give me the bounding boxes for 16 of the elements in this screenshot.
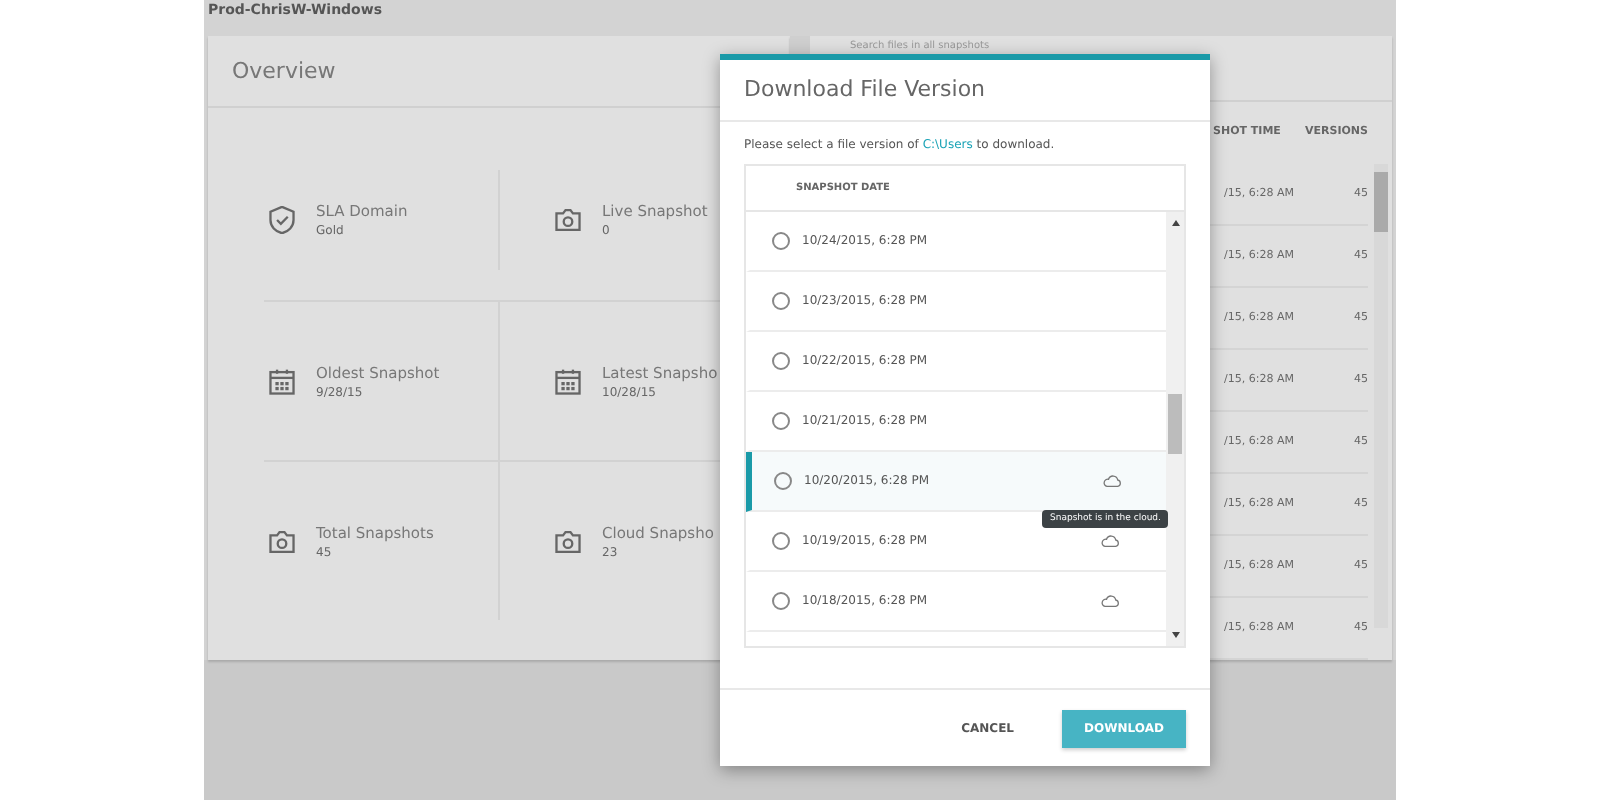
scrollbar[interactable] — [1166, 212, 1184, 646]
radio-button[interactable] — [772, 292, 790, 310]
radio-button[interactable] — [772, 352, 790, 370]
camera-icon — [554, 527, 582, 555]
radio-button[interactable] — [772, 532, 790, 550]
camera-icon — [554, 206, 582, 234]
radio-button[interactable] — [774, 472, 792, 490]
radio-button[interactable] — [772, 232, 790, 250]
calendar-icon — [554, 367, 582, 395]
scrollbar[interactable] — [1374, 164, 1388, 628]
calendar-icon — [268, 367, 296, 395]
dialog-title: Download File Version — [720, 60, 1210, 122]
radio-button[interactable] — [772, 412, 790, 430]
radio-button[interactable] — [772, 592, 790, 610]
camera-icon — [268, 527, 296, 555]
shield-check-icon — [268, 206, 296, 234]
